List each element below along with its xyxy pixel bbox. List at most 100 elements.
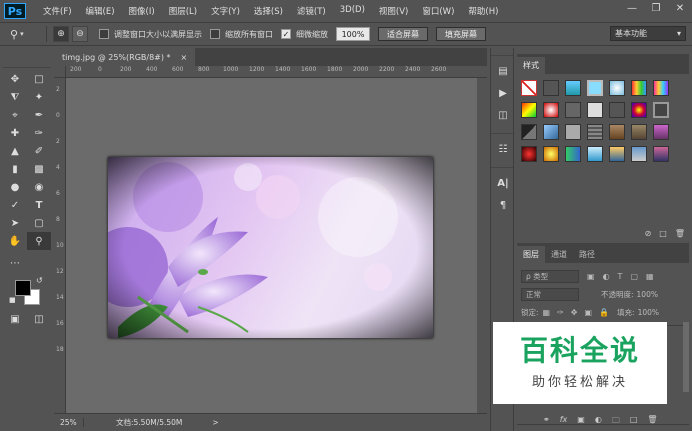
zoom-out-button[interactable]: ⊖ (72, 26, 88, 42)
style-swatch[interactable] (653, 80, 669, 96)
hand-tool-icon[interactable]: ✋ (3, 232, 27, 250)
tab-layers[interactable]: 图层 (517, 246, 545, 263)
style-swatch[interactable] (587, 80, 603, 96)
healing-brush-icon[interactable]: ✚ (3, 124, 27, 142)
fx-icon[interactable]: fx (560, 415, 568, 429)
layer-kind-filter[interactable]: ρ 类型 (521, 269, 579, 283)
style-swatch[interactable] (565, 102, 581, 118)
type-tool-icon[interactable]: T (27, 196, 51, 214)
new-group-icon[interactable]: 🗀 (612, 415, 620, 429)
style-swatch[interactable] (565, 124, 581, 140)
style-swatch[interactable] (609, 102, 625, 118)
style-swatch[interactable] (653, 146, 669, 162)
document-image[interactable] (108, 157, 433, 338)
resize-windows-checkbox[interactable]: 调整窗口大小以满屏显示 (99, 29, 202, 40)
pen-tool-icon[interactable]: ✓ (3, 196, 27, 214)
minimize-button[interactable]: — (620, 0, 644, 16)
menu-image[interactable]: 图像(I) (122, 5, 162, 17)
style-swatch[interactable] (631, 80, 647, 96)
lock-position-icon[interactable]: ✥ (571, 308, 578, 317)
style-swatch[interactable] (631, 102, 647, 118)
style-swatch[interactable] (631, 146, 647, 162)
menu-help[interactable]: 帮助(H) (461, 5, 505, 17)
style-swatch[interactable] (653, 102, 669, 118)
style-swatch[interactable] (543, 146, 559, 162)
dodge-tool-icon[interactable]: ◉ (27, 178, 51, 196)
new-layer-icon[interactable]: □ (630, 415, 638, 429)
magic-wand-icon[interactable]: ✦ (27, 88, 51, 106)
workspace-select[interactable]: 基本功能 ▾ (610, 26, 686, 41)
history-icon[interactable]: ▤ (491, 60, 515, 82)
style-swatch[interactable] (565, 146, 581, 162)
menu-select[interactable]: 选择(S) (247, 5, 290, 17)
ruler-origin[interactable] (54, 66, 66, 78)
style-swatch[interactable] (521, 124, 537, 140)
style-swatch[interactable] (587, 124, 603, 140)
style-swatch[interactable] (631, 124, 647, 140)
style-swatch[interactable] (587, 146, 603, 162)
style-swatch[interactable] (543, 102, 559, 118)
zoom-tool-icon[interactable]: ⚲ (27, 232, 51, 250)
adjustment-filter-icon[interactable]: ◐ (603, 272, 610, 281)
more-tools-icon[interactable]: ⋯ (3, 254, 27, 272)
status-menu-arrow[interactable]: > (212, 418, 218, 427)
default-colors-icon[interactable]: ■ (9, 296, 16, 304)
trash-icon[interactable]: 🗑 (675, 229, 685, 238)
menu-file[interactable]: 文件(F) (36, 5, 79, 17)
fill-value[interactable]: 100% (638, 308, 659, 317)
screen-mode-icon[interactable]: ◫ (27, 310, 51, 328)
close-tab-icon[interactable]: × (181, 53, 188, 62)
menu-edit[interactable]: 编辑(E) (79, 5, 122, 17)
menu-layer[interactable]: 图层(L) (162, 5, 204, 17)
properties-icon[interactable]: ☷ (491, 138, 515, 160)
lock-paint-icon[interactable]: ✑ (557, 308, 564, 317)
horizontal-ruler[interactable]: 200 0 200 400 600 800 1000 1200 1400 160… (66, 66, 487, 78)
style-swatch[interactable] (609, 146, 625, 162)
eyedropper-icon[interactable]: ✒ (27, 106, 51, 124)
panel-grip[interactable] (3, 62, 51, 68)
style-swatch[interactable] (543, 124, 559, 140)
smart-object-filter-icon[interactable]: ▦ (646, 272, 654, 281)
shape-filter-icon[interactable]: ▢ (630, 272, 638, 281)
menu-window[interactable]: 窗口(W) (415, 5, 461, 17)
menu-view[interactable]: 视图(V) (372, 5, 415, 17)
scrubby-zoom-checkbox[interactable]: ✓ 细微缩放 (281, 29, 328, 40)
menu-3d[interactable]: 3D(D) (333, 5, 372, 17)
style-swatch[interactable] (521, 80, 537, 96)
menu-type[interactable]: 文字(Y) (204, 5, 247, 17)
lock-all-icon[interactable]: 🔒 (599, 308, 609, 317)
tab-channels[interactable]: 通道 (545, 246, 573, 263)
style-swatch[interactable] (521, 102, 537, 118)
crop-tool-icon[interactable]: ⌖ (3, 106, 27, 124)
zoom-100-button[interactable]: 100% (336, 27, 370, 41)
style-swatch[interactable] (543, 80, 559, 96)
actions-play-icon[interactable]: ▶ (491, 82, 515, 104)
trash-icon[interactable]: 🗑 (647, 415, 657, 429)
marquee-tool-icon[interactable]: □ (27, 70, 51, 88)
close-button[interactable]: ✕ (668, 0, 692, 16)
style-swatch[interactable] (653, 124, 669, 140)
vertical-ruler[interactable]: 2 0 2 4 6 8 10 12 14 16 18 (54, 78, 66, 413)
type-filter-icon[interactable]: T (618, 272, 623, 281)
gradient-tool-icon[interactable]: ▩ (27, 160, 51, 178)
zoom-all-windows-checkbox[interactable]: 缩放所有窗口 (210, 29, 273, 40)
tab-styles[interactable]: 样式 (517, 57, 545, 74)
swatches-icon[interactable]: ◫ (491, 104, 515, 126)
move-tool-icon[interactable]: ✥ (3, 70, 27, 88)
style-swatch[interactable] (609, 124, 625, 140)
restore-button[interactable]: ❐ (644, 0, 668, 16)
document-tab[interactable]: timg.jpg @ 25%(RGB/8#) * × (54, 48, 196, 66)
clone-stamp-icon[interactable]: ▲ (3, 142, 27, 160)
status-zoom[interactable]: 25% (54, 418, 84, 427)
new-style-icon[interactable]: □ (659, 229, 667, 238)
quick-mask-icon[interactable]: ▣ (3, 310, 27, 328)
eraser-icon[interactable]: ▮ (3, 160, 27, 178)
style-swatch[interactable] (609, 80, 625, 96)
blur-tool-icon[interactable]: ● (3, 178, 27, 196)
shape-tool-icon[interactable]: ▢ (27, 214, 51, 232)
swap-colors-icon[interactable]: ↺ (36, 276, 43, 285)
layers-scrollbar[interactable] (683, 322, 689, 392)
fill-screen-button[interactable]: 填充屏幕 (436, 27, 486, 41)
menu-filter[interactable]: 滤镜(T) (290, 5, 333, 17)
style-swatch[interactable] (521, 146, 537, 162)
